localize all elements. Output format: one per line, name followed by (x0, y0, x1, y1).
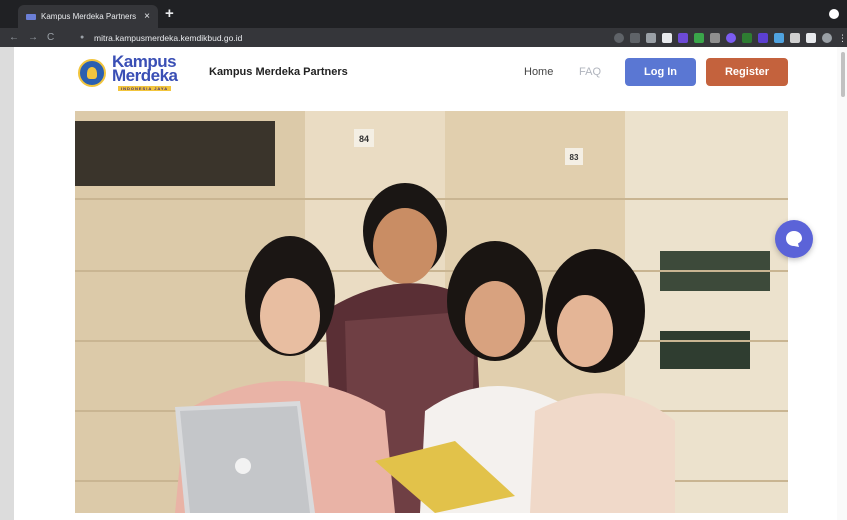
green-extension-icon[interactable] (694, 32, 704, 43)
scrollbar-thumb[interactable] (841, 52, 845, 97)
svg-text:83: 83 (570, 153, 579, 162)
svg-text:84: 84 (359, 134, 369, 144)
logo-wordmark: Kampus Merdeka (112, 53, 178, 85)
tab-title: Kampus Merdeka Partners (41, 12, 137, 21)
new-tab-icon[interactable]: + (165, 6, 174, 21)
puzzle-icon[interactable] (806, 32, 816, 43)
browser-toolbar: ← → C ● mitra.kampusmerdeka.kemdikbud.go… (0, 28, 847, 47)
register-button[interactable]: Register (706, 58, 788, 86)
chat-bubble-icon (786, 231, 802, 247)
address-bar[interactable]: ● mitra.kampusmerdeka.kemdikbud.go.id (80, 30, 600, 45)
notes-extension-icon[interactable] (790, 32, 800, 43)
camera-extension-icon[interactable] (646, 32, 656, 43)
menu-kebab-icon[interactable]: ⋮ (838, 33, 847, 43)
site-favicon-icon (26, 13, 36, 20)
web-page: Kampus Merdeka INDONESIA JAYA Kampus Mer… (14, 47, 843, 520)
url-text: mitra.kampusmerdeka.kemdikbud.go.id (94, 32, 243, 43)
b-extension-icon[interactable] (758, 32, 768, 43)
login-button[interactable]: Log In (625, 58, 696, 86)
nav-faq-link[interactable]: FAQ (579, 66, 601, 78)
tab-close-icon[interactable]: × (144, 11, 150, 22)
grid-extension-icon[interactable] (710, 32, 720, 43)
profile-avatar-icon[interactable] (822, 32, 832, 43)
sheet-extension-icon[interactable] (742, 32, 752, 43)
zoom-icon[interactable] (614, 32, 624, 43)
hero-image: 84 83 (75, 111, 788, 513)
extension-bar: ⋮ (614, 30, 847, 45)
bookmark-star-icon[interactable] (630, 32, 640, 43)
lock-icon: ● (80, 33, 85, 41)
s-extension-icon[interactable] (662, 32, 672, 43)
tab-search-icon[interactable] (829, 9, 839, 19)
logo-tagline: INDONESIA JAYA (118, 86, 172, 91)
tut-wuri-emblem-icon (78, 59, 106, 87)
browser-window: Kampus Merdeka Partners × + ← → C ● mitr… (0, 0, 847, 520)
chat-button[interactable] (775, 220, 813, 258)
site-title: Kampus Merdeka Partners (209, 66, 348, 78)
back-button[interactable]: ← (9, 32, 19, 43)
window-gutter (0, 47, 14, 520)
students-photo: 84 83 (75, 111, 788, 513)
forward-button[interactable]: → (28, 32, 38, 43)
tab-strip: Kampus Merdeka Partners × + (0, 0, 847, 28)
logo-word-merdeka: Merdeka (112, 66, 178, 85)
reload-button[interactable]: C (47, 32, 54, 43)
nav-home-link[interactable]: Home (524, 66, 553, 78)
blue-extension-icon[interactable] (774, 32, 784, 43)
browser-tab[interactable]: Kampus Merdeka Partners × (18, 5, 158, 28)
page-scrollbar[interactable] (837, 47, 847, 520)
purple-extension-icon[interactable] (678, 32, 688, 43)
gear-extension-icon[interactable] (726, 32, 736, 43)
kampus-merdeka-logo[interactable]: Kampus Merdeka INDONESIA JAYA (78, 53, 183, 91)
